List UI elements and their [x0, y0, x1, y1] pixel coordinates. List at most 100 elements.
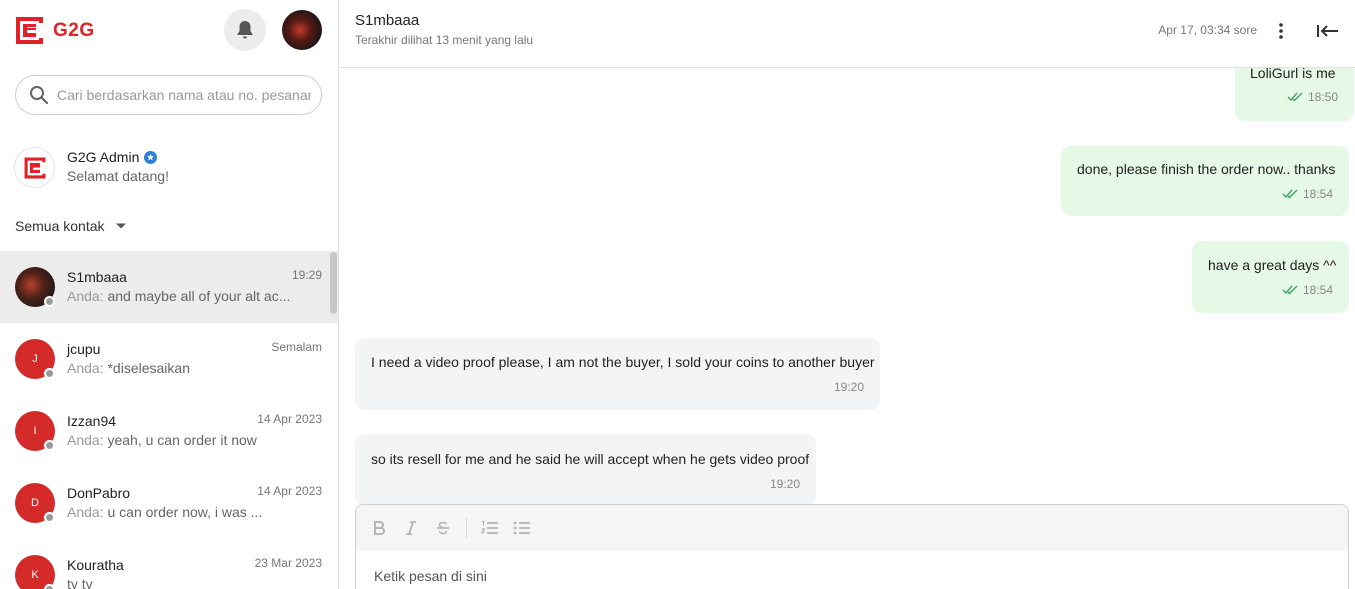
- message-text: done, please finish the order now.. than…: [1077, 161, 1336, 177]
- admin-subtitle: Selamat datang!: [67, 168, 169, 184]
- message-meta: 19:20: [770, 477, 800, 491]
- sender-prefix: Anda:: [67, 360, 104, 376]
- message-time: 19:20: [769, 477, 800, 491]
- message-list[interactable]: LoliGurl is me 18:50 done, please finish…: [339, 68, 1355, 504]
- italic-button[interactable]: [402, 519, 420, 537]
- more-options-button[interactable]: [1270, 19, 1292, 43]
- double-check-icon: [1282, 189, 1298, 199]
- kebab-menu-icon: [1279, 23, 1283, 39]
- message-text: so its resell for me and he said he will…: [371, 451, 810, 467]
- double-check-icon: [1282, 285, 1298, 295]
- contact-preview: Anda: u can order now, i was ...: [67, 504, 292, 520]
- sender-prefix: Anda:: [67, 504, 104, 520]
- sidebar-header: G2G: [0, 0, 338, 62]
- message-text: I need a video proof please, I am not th…: [371, 354, 875, 370]
- chat-panel: S1mbaaa Terakhir dilihat 13 menit yang l…: [339, 0, 1355, 589]
- bell-icon: [237, 21, 253, 39]
- search-box[interactable]: [15, 75, 322, 115]
- message-time: 18:54: [1302, 187, 1333, 201]
- g2g-logo-icon: [14, 15, 45, 46]
- message-meta: 18:54: [1282, 187, 1333, 201]
- strikethrough-icon: [437, 521, 449, 534]
- contact-time: 19:29: [291, 268, 322, 282]
- double-check-icon: [1287, 92, 1303, 102]
- offline-status-dot: [44, 512, 55, 523]
- message-text: have a great days ^^: [1208, 257, 1337, 273]
- message-composer: Ketik pesan di sini: [355, 504, 1349, 589]
- numbered-list-button[interactable]: [481, 519, 499, 537]
- message-bubble-outgoing: LoliGurl is me 18:50: [1235, 68, 1354, 121]
- numbered-list-icon: [481, 520, 498, 534]
- bullet-list-button[interactable]: [513, 519, 531, 537]
- preview-text: *diselesaikan: [107, 360, 190, 376]
- contact-name: jcupu: [67, 341, 101, 357]
- sender-prefix: Anda:: [67, 432, 104, 448]
- contact-name: Izzan94: [67, 413, 117, 429]
- admin-name: G2G Admin: [67, 149, 140, 165]
- sender-prefix: Anda:: [67, 288, 104, 304]
- verified-badge-icon: [144, 150, 158, 164]
- contact-preview: Anda: *diselesaikan: [67, 360, 292, 376]
- preview-text: yeah, u can order it now: [107, 432, 257, 448]
- collapse-left-icon: [1317, 25, 1338, 37]
- contact-preview: Anda: and maybe all of your alt ac...: [67, 288, 292, 304]
- chat-datetime: Apr 17, 03:34 sore: [1158, 23, 1257, 37]
- message-bubble-incoming: so its resell for me and he said he will…: [355, 434, 816, 504]
- contact-item[interactable]: J jcupu Semalam Anda: *diselesaikan: [0, 323, 338, 395]
- message-bubble-outgoing: done, please finish the order now.. than…: [1061, 146, 1349, 216]
- message-bubble-incoming: I need a video proof please, I am not th…: [355, 338, 880, 410]
- message-text: LoliGurl is me: [1250, 68, 1336, 81]
- strikethrough-button[interactable]: [434, 519, 452, 537]
- sidebar: G2G Cari berdasarkan nama atau no. pesan…: [0, 0, 339, 589]
- app-root: G2G Cari berdasarkan nama atau no. pesan…: [0, 0, 1355, 589]
- offline-status-dot: [44, 584, 55, 589]
- contact-item[interactable]: D DonPabro 14 Apr 2023 Anda: u can order…: [0, 467, 338, 539]
- contacts-scrollbar[interactable]: [330, 252, 337, 314]
- bold-button[interactable]: [370, 519, 388, 537]
- user-avatar[interactable]: [282, 10, 322, 50]
- contact-item[interactable]: I Izzan94 14 Apr 2023 Anda: yeah, u can …: [0, 395, 338, 467]
- contacts-filter-dropdown[interactable]: Semua kontak: [15, 218, 127, 234]
- brand-name: G2G: [53, 19, 95, 41]
- contact-preview: ty ty: [67, 576, 292, 589]
- caret-down-icon: [115, 223, 126, 229]
- chat-contact-name[interactable]: S1mbaaa: [355, 12, 419, 29]
- offline-status-dot: [44, 296, 55, 307]
- message-time: 18:54: [1302, 283, 1333, 297]
- formatting-toolbar: [356, 505, 1348, 550]
- admin-avatar: [14, 147, 55, 188]
- last-seen-text: Terakhir dilihat 13 menit yang lalu: [355, 33, 534, 47]
- g2g-logo-icon: [24, 157, 45, 178]
- message-meta: 19:20: [834, 380, 864, 394]
- contact-time: 23 Mar 2023: [254, 556, 322, 570]
- contact-item[interactable]: K Kouratha 23 Mar 2023 ty ty: [0, 539, 338, 589]
- admin-name-row: G2G Admin: [67, 149, 158, 165]
- preview-text: ty ty: [67, 576, 93, 589]
- italic-icon: [406, 520, 416, 535]
- bold-icon: [374, 520, 385, 535]
- toolbar-divider: [466, 517, 467, 538]
- offline-status-dot: [44, 368, 55, 379]
- offline-status-dot: [44, 440, 55, 451]
- brand-logo[interactable]: G2G: [14, 15, 95, 46]
- contact-item[interactable]: S1mbaaa 19:29 Anda: and maybe all of you…: [0, 251, 338, 323]
- admin-contact[interactable]: G2G Admin Selamat datang!: [0, 138, 338, 198]
- preview-text: and maybe all of your alt ac...: [107, 288, 291, 304]
- preview-text: u can order now, i was ...: [107, 504, 263, 520]
- chat-header: S1mbaaa Terakhir dilihat 13 menit yang l…: [339, 0, 1355, 68]
- collapse-panel-button[interactable]: [1315, 18, 1341, 44]
- notifications-button[interactable]: [224, 9, 266, 51]
- message-bubble-outgoing: have a great days ^^ 18:54: [1192, 241, 1349, 313]
- contact-name: DonPabro: [67, 485, 131, 501]
- contact-time: Semalam: [271, 340, 322, 354]
- message-time: 19:20: [833, 380, 864, 394]
- message-time: 18:50: [1307, 90, 1338, 104]
- contact-name: Kouratha: [67, 557, 124, 573]
- contact-name: S1mbaaa: [67, 269, 127, 285]
- message-input[interactable]: Ketik pesan di sini: [356, 551, 1348, 589]
- contacts-filter-label: Semua kontak: [15, 218, 105, 234]
- contact-time: 14 Apr 2023: [257, 484, 322, 498]
- message-meta: 18:50: [1287, 90, 1338, 104]
- bullet-list-icon: [513, 521, 530, 534]
- search-input[interactable]: [57, 87, 311, 103]
